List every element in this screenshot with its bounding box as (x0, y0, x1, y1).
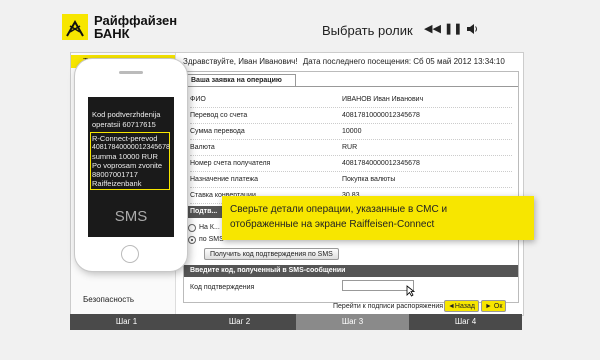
raiffeisen-logo: Райффайзен БАНК (62, 14, 242, 46)
pause-icon[interactable]: ❚❚ (444, 22, 462, 36)
sms-label: SMS (114, 208, 148, 225)
step-bar: Шаг 1 Шаг 2 Шаг 3 Шаг 4 (70, 314, 522, 330)
confirm-method-radio-sms[interactable] (188, 236, 196, 244)
phone-speaker (119, 71, 143, 74)
sidebar-item-security[interactable]: Безопасность (71, 293, 175, 306)
tab-divider (184, 86, 518, 87)
table-row: Номер счета получателя 408178400000123456… (190, 156, 512, 172)
step-3[interactable]: Шаг 3 (296, 314, 409, 330)
rewind-icon[interactable]: ◀◀ (424, 22, 441, 36)
sms-text-line: operatsii 60717615 (92, 120, 156, 129)
code-header: Введите код, полученный в SMS-сообщении (184, 265, 518, 277)
tab-operation-request[interactable]: Ваша заявка на операцию (186, 74, 296, 86)
phone-illustration: Kod podtverzhdenija operatsii 60717615 R… (74, 58, 188, 272)
table-row: Валюта RUR (190, 140, 512, 156)
table-row: Перевод со счета 40817810000012345678 (190, 108, 512, 124)
back-button[interactable]: ◄Назад (444, 300, 479, 312)
ok-button[interactable]: ► Ок (481, 300, 507, 312)
sms-text-line: Kod podtverzhdenija (92, 110, 161, 119)
last-visit: Дата последнего посещения: Сб 05 май 201… (302, 57, 505, 66)
greeting: Здравствуйте, Иван Иванович! (183, 57, 298, 66)
step-4[interactable]: Шаг 4 (409, 314, 522, 330)
mouse-cursor-icon (406, 284, 416, 302)
table-row: Назначение платежа Покупка валюты (190, 172, 512, 188)
go-to-signature-label: Перейти к подписи распоряжения (333, 303, 444, 310)
phone-screen: Kod podtverzhdenija operatsii 60717615 R… (88, 97, 174, 237)
confirm-method-radio-1[interactable] (188, 224, 196, 232)
step-2[interactable]: Шаг 2 (183, 314, 296, 330)
table-row: Сумма перевода 10000 (190, 124, 512, 140)
topbar: Здравствуйте, Иван Иванович! Дата послед… (183, 57, 505, 66)
volume-icon[interactable] (464, 22, 480, 36)
get-sms-code-button[interactable]: Получить код подтверждения по SMS (204, 248, 339, 260)
choose-video-link[interactable]: Выбрать ролик (322, 23, 413, 38)
logo-text: Райффайзен БАНК (94, 13, 178, 41)
sms-text-line: Raiffeizenbank (92, 179, 142, 188)
confirmation-code-input[interactable] (342, 280, 414, 291)
phone-home-button (121, 245, 139, 263)
operation-form: Ваша заявка на операцию ФИО ИВАНОВ Иван И… (183, 71, 519, 303)
table-row: ФИО ИВАНОВ Иван Иванович (190, 92, 512, 108)
code-label: Код подтверждения (190, 284, 255, 291)
radio-label: по SMS (199, 236, 224, 243)
hint-callout: Сверьте детали операции, указанные в СМС… (222, 196, 534, 240)
logo-mark-icon (62, 14, 88, 40)
radio-label: На К... (199, 224, 220, 231)
hint-text: Сверьте детали операции, указанные в СМС… (230, 204, 448, 230)
step-1[interactable]: Шаг 1 (70, 314, 183, 330)
